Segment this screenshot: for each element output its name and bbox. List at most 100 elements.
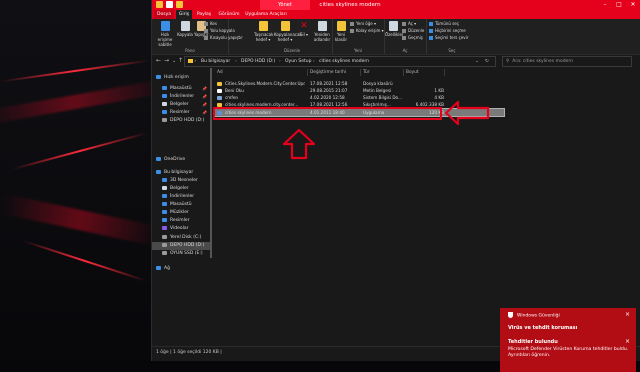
tab-home[interactable]: Giriş bbox=[176, 10, 192, 19]
recent-chevron-icon[interactable]: ⌄ bbox=[172, 56, 176, 66]
file-row[interactable]: Cities.Skylines.Modern.City.Center.Updat… bbox=[214, 80, 504, 87]
move-to-button[interactable]: Taşınacak hedef ▾ bbox=[254, 21, 273, 42]
toast-body: Microsoft Defender Virüsten Koruma tehdi… bbox=[508, 347, 629, 358]
select-all-icon bbox=[429, 22, 433, 26]
breadcrumb-current-folder[interactable]: cities skylines modern bbox=[319, 57, 369, 66]
delete-button[interactable]: ✕ Sil ▾ bbox=[298, 21, 310, 37]
sidebar-item-label: Ağ bbox=[164, 266, 170, 271]
sidebar-item[interactable]: Yerel Disk (C:) bbox=[152, 234, 212, 242]
breadcrumb-drive[interactable]: DEPO HDD (D:) bbox=[241, 57, 275, 66]
column-divider[interactable] bbox=[307, 69, 308, 76]
column-divider[interactable] bbox=[360, 69, 361, 76]
sidebar-item-icon bbox=[156, 265, 161, 270]
sidebar-item[interactable]: İndirilenler bbox=[152, 193, 212, 201]
sidebar-item[interactable]: Belgeler bbox=[152, 185, 212, 193]
sidebar-item-label: Masaüstü bbox=[170, 86, 192, 91]
sidebar-item[interactable]: DEPO HDD (D:) bbox=[152, 117, 212, 125]
file-type: Metin Belgesi bbox=[363, 88, 392, 93]
maximize-button[interactable]: □ bbox=[612, 0, 626, 10]
tab-share[interactable]: Paylaş bbox=[194, 10, 214, 19]
copy-to-button[interactable]: Kopyalanacak hedef ▾ bbox=[274, 21, 302, 42]
tab-view[interactable]: Görünüm bbox=[216, 10, 242, 19]
close-button[interactable]: ✕ bbox=[626, 0, 640, 10]
column-divider[interactable] bbox=[403, 69, 404, 76]
breadcrumb-separator-icon: › bbox=[235, 59, 237, 64]
sidebar-item[interactable]: Ağ bbox=[152, 265, 212, 273]
sidebar-item-label: Hızlı erişim bbox=[164, 75, 189, 80]
sidebar-item[interactable]: Hızlı erişim bbox=[152, 74, 212, 82]
select-all-button[interactable]: Tümünü seç bbox=[429, 21, 459, 26]
sidebar-item-label: İndirilenler bbox=[170, 194, 195, 199]
history-button[interactable]: Geçmiş bbox=[402, 35, 423, 40]
select-none-button[interactable]: Hiçbirini seçme bbox=[429, 28, 466, 33]
sidebar-item[interactable]: OYUN SSD (E:) bbox=[152, 250, 212, 258]
refresh-icon[interactable]: ↻ bbox=[485, 57, 489, 66]
new-folder-icon[interactable] bbox=[176, 1, 183, 8]
properties-button[interactable]: Özellikler bbox=[385, 21, 404, 37]
sidebar-item-icon bbox=[162, 193, 167, 198]
file-size: 1 KB bbox=[434, 88, 444, 93]
invert-selection-button[interactable]: Seçimi ters çevir bbox=[429, 35, 468, 40]
sidebar-item[interactable]: OneDrive bbox=[152, 156, 212, 164]
back-arrow-icon[interactable]: ← bbox=[156, 56, 161, 66]
open-button[interactable]: Aç ▾ bbox=[402, 21, 416, 26]
address-dropdown-icon[interactable]: ⌄ bbox=[475, 57, 479, 66]
column-header-type[interactable]: Tür bbox=[363, 68, 370, 77]
minimize-button[interactable]: – bbox=[598, 0, 612, 10]
sidebar-item[interactable]: İndirilenler 📌 bbox=[152, 93, 212, 101]
properties-icon[interactable] bbox=[166, 1, 173, 8]
up-arrow-icon[interactable]: ↑ bbox=[178, 56, 183, 66]
toast-dismiss-icon[interactable]: × bbox=[625, 338, 630, 345]
search-icon: ⚲ bbox=[506, 59, 510, 64]
address-bar[interactable]: › Bu bilgisayar › DEPO HDD (D:) › Oyun S… bbox=[184, 56, 496, 67]
rename-button[interactable]: Yeniden adlandır bbox=[312, 21, 332, 42]
sidebar-item[interactable]: Masaüstü 📌 bbox=[152, 85, 212, 93]
breadcrumb-game-setup[interactable]: Oyun Setup bbox=[285, 57, 311, 66]
copy-path-button[interactable]: Yolu kopyala bbox=[204, 28, 235, 33]
new-item-button[interactable]: Yeni öğe ▾ bbox=[350, 21, 376, 26]
column-divider[interactable] bbox=[444, 69, 445, 76]
sidebar-item[interactable]: 3D Nesneler bbox=[152, 177, 212, 185]
pin-quick-access-button[interactable]: Hızlı erişime sabitle bbox=[153, 21, 177, 47]
sidebar-item-icon bbox=[156, 169, 161, 174]
sidebar-item[interactable]: Resimler 📌 bbox=[152, 109, 212, 117]
paste-shortcut-button[interactable]: Kısayolu yapıştır bbox=[204, 35, 243, 40]
file-name: Beni Oku bbox=[217, 87, 305, 94]
tab-app-tools[interactable]: Uygulama Araçları bbox=[244, 10, 288, 19]
group-label-organize: Düzenle bbox=[283, 48, 301, 53]
tab-file[interactable]: Dosya bbox=[154, 10, 174, 19]
toast-close-icon[interactable]: × bbox=[625, 311, 630, 318]
sidebar-item[interactable]: Bu bilgisayar bbox=[152, 169, 212, 177]
column-header-name[interactable]: Ad bbox=[217, 68, 223, 77]
new-folder-button[interactable]: Yeni klasör bbox=[334, 21, 348, 42]
column-header-date[interactable]: Değiştirme tarihi bbox=[310, 68, 346, 77]
search-input[interactable]: ⚲ Ara: cities skylines modern bbox=[502, 56, 632, 67]
sidebar-item[interactable]: Masaüstü bbox=[152, 201, 212, 209]
sidebar-item-label: Resimler bbox=[170, 110, 190, 115]
invert-selection-icon bbox=[429, 36, 433, 40]
shield-icon bbox=[508, 312, 513, 318]
easy-access-button[interactable]: Kolay erişim ▾ bbox=[350, 28, 384, 33]
forward-arrow-icon[interactable]: → bbox=[164, 56, 169, 66]
security-notification[interactable]: Windows Güvenliği × Virüs ve tehdit koru… bbox=[500, 308, 636, 372]
move-to-icon bbox=[258, 21, 268, 31]
sidebar-item[interactable]: Videolar bbox=[152, 225, 212, 233]
folder-icon[interactable] bbox=[156, 1, 163, 8]
history-icon bbox=[402, 36, 406, 40]
sidebar-item-icon bbox=[156, 156, 161, 161]
cut-button[interactable]: Kes bbox=[204, 21, 217, 26]
pin-icon: 📌 bbox=[202, 94, 207, 99]
sidebar-item[interactable]: DEPO HDD (D:) bbox=[152, 242, 212, 250]
navigation-scrollbar[interactable] bbox=[210, 68, 212, 258]
sidebar-item[interactable]: Müzikler bbox=[152, 209, 212, 217]
file-type: Dosya klasörü bbox=[363, 81, 393, 86]
column-header-size[interactable]: Boyut bbox=[406, 68, 419, 77]
file-row[interactable]: Beni Oku 29.08.2015 21:07 Metin Belgesi 1 K… bbox=[214, 87, 504, 94]
edit-button[interactable]: Düzenle bbox=[402, 28, 424, 33]
sidebar-item[interactable]: Resimler bbox=[152, 217, 212, 225]
sidebar-item-label: İndirilenler bbox=[170, 94, 195, 99]
copy-button[interactable]: Kopyala bbox=[177, 21, 193, 37]
file-date: 4.02.2020 12:58 bbox=[310, 95, 345, 100]
sidebar-item[interactable]: Belgeler 📌 bbox=[152, 101, 212, 109]
breadcrumb-this-pc[interactable]: Bu bilgisayar bbox=[201, 57, 230, 66]
